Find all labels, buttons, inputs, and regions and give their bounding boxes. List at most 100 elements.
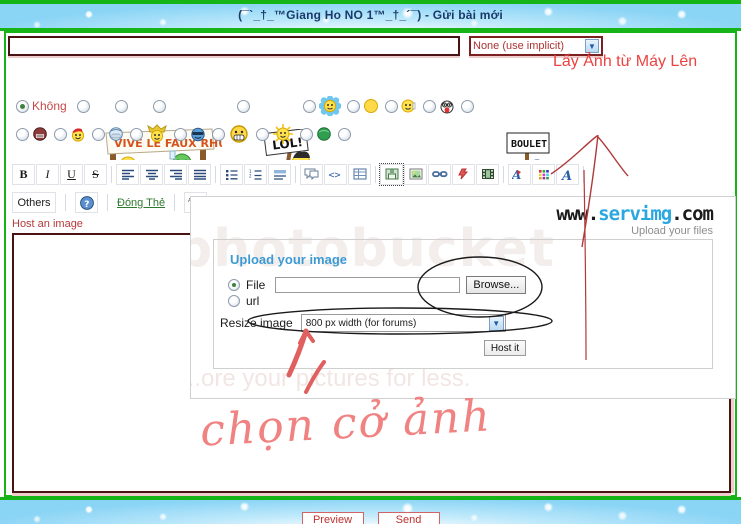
topic-icon-radio[interactable] xyxy=(114,99,128,113)
file-path-input[interactable] xyxy=(275,277,461,293)
topic-icon-radio[interactable] xyxy=(256,127,269,141)
align-right-button[interactable] xyxy=(164,163,187,185)
green-rule-top xyxy=(0,0,741,4)
url-source-row: url xyxy=(228,294,259,308)
topic-icon-radio[interactable] xyxy=(92,127,105,141)
smiley-thumbs-up-icon[interactable] xyxy=(401,98,417,114)
align-center-button[interactable] xyxy=(140,163,163,185)
photobucket-watermark-tagline: ...ore your pictures for less. xyxy=(190,365,471,392)
underline-button[interactable]: U xyxy=(60,163,83,185)
upload-panel: Upload your image File Browse... url Res… xyxy=(213,239,713,369)
smiley-dark-red-grin-icon[interactable] xyxy=(32,126,48,142)
page-title: (¯`_†_™Giang Ho NO 1™_†_´¯) - Gửi bài mớ… xyxy=(238,8,503,22)
topic-icon-radio[interactable] xyxy=(76,99,90,113)
resize-row: Resize image 800 px width (for forums) ▼ xyxy=(220,314,506,332)
servimg-logo: www.servimg.com Upload your files xyxy=(556,203,714,237)
smiley-santa-hat-icon[interactable] xyxy=(70,126,86,142)
smiley-icon[interactable] xyxy=(93,98,109,114)
font-color-button[interactable]: A xyxy=(508,163,531,185)
url-label: url xyxy=(246,294,260,308)
svg-text:<>: <> xyxy=(329,170,341,180)
topic-icon-radio[interactable] xyxy=(300,127,313,141)
strikethrough-button[interactable]: S xyxy=(84,163,107,185)
align-left-button[interactable] xyxy=(116,163,139,185)
servimg-logo-name: servimg xyxy=(598,203,672,225)
toolbar-separator xyxy=(295,165,296,183)
smiley-icon[interactable] xyxy=(169,98,231,114)
topic-icon-radio[interactable] xyxy=(16,127,29,141)
upload-annotation-label: Lấy Ảnh từ Máy Lên xyxy=(553,53,698,70)
insert-image-button[interactable] xyxy=(404,163,427,185)
smiley-big-grin-icon[interactable] xyxy=(228,124,250,144)
smiley-sun-icon[interactable] xyxy=(272,124,294,144)
toolbar-separator xyxy=(583,165,584,183)
application-window: (¯`_†_™Giang Ho NO 1™_†_´¯) - Gửi bài mớ… xyxy=(0,0,741,524)
topic-icon-radio[interactable] xyxy=(384,99,398,113)
close-tags-link[interactable]: Đóng Thẻ xyxy=(117,197,165,209)
flash-button[interactable] xyxy=(452,163,475,185)
toolbar-separator xyxy=(375,165,376,183)
table-button[interactable] xyxy=(348,163,371,185)
font-size-button[interactable]: A xyxy=(556,163,579,185)
chevron-down-icon[interactable]: ▼ xyxy=(585,39,599,53)
topic-icon-radio[interactable] xyxy=(460,99,474,113)
smiley-flower-icon[interactable] xyxy=(318,96,341,116)
form-action-buttons: Preview Send xyxy=(0,512,741,524)
resize-select[interactable]: 800 px width (for forums) ▼ xyxy=(300,314,506,332)
chevron-down-icon[interactable]: ▼ xyxy=(488,315,504,331)
video-button[interactable] xyxy=(476,163,499,185)
topic-icon-none-label: Không xyxy=(32,99,67,113)
topic-icon-radio[interactable] xyxy=(130,127,143,141)
smiley-blue-grin-icon[interactable] xyxy=(108,126,124,142)
smiley-sunglasses-icon[interactable] xyxy=(190,126,206,142)
topic-icon-radio[interactable] xyxy=(422,99,436,113)
topic-icon-radio[interactable] xyxy=(236,99,250,113)
bbcode-toolbar-row-1: B I U S 12 <> A A xyxy=(8,160,735,188)
topic-icon-radio-none[interactable] xyxy=(16,99,29,113)
smiley-green-ball-icon[interactable] xyxy=(316,126,332,142)
indent-button[interactable] xyxy=(268,163,291,185)
toolbar-separator xyxy=(65,194,66,211)
toolbar-separator xyxy=(503,165,504,183)
quote-button[interactable] xyxy=(300,163,323,185)
browse-button[interactable]: Browse... xyxy=(466,276,527,294)
smiley-icon[interactable] xyxy=(131,98,147,114)
smiley-icon[interactable] xyxy=(253,98,297,114)
toolbar-separator xyxy=(174,194,176,211)
link-button[interactable] xyxy=(428,163,451,185)
topic-icon-radio[interactable] xyxy=(338,127,351,141)
resize-image-label: Resize image xyxy=(220,316,293,330)
file-label: File xyxy=(246,278,266,292)
host-an-image-caption: Host an image xyxy=(12,218,83,230)
smiley-shocked-icon[interactable] xyxy=(439,98,455,114)
others-button[interactable]: Others xyxy=(12,192,56,213)
subject-input[interactable] xyxy=(8,36,460,56)
host-image-button[interactable] xyxy=(379,162,404,186)
file-radio[interactable] xyxy=(228,279,240,291)
smiley-jester-icon[interactable] xyxy=(146,124,168,144)
bold-button[interactable]: B xyxy=(12,163,35,185)
servimg-logo-tld: .com xyxy=(671,203,714,225)
numbered-list-button[interactable]: 12 xyxy=(244,163,267,185)
preview-button[interactable]: Preview xyxy=(301,512,364,524)
topic-icon-radio[interactable] xyxy=(346,99,360,113)
topic-icon-radio[interactable] xyxy=(212,127,225,141)
code-button[interactable]: <> xyxy=(324,163,347,185)
color-palette-button[interactable] xyxy=(532,163,555,185)
host-it-button[interactable]: Host it xyxy=(484,340,526,356)
help-button[interactable]: ? xyxy=(75,192,98,213)
justify-button[interactable] xyxy=(188,163,211,185)
send-button[interactable]: Send xyxy=(377,512,440,524)
topic-icon-radio[interactable] xyxy=(54,127,67,141)
italic-button[interactable]: I xyxy=(36,163,59,185)
bullet-list-button[interactable] xyxy=(220,163,243,185)
topic-icon-radio[interactable] xyxy=(152,99,166,113)
topic-icon-radio[interactable] xyxy=(302,99,316,113)
svg-text:A: A xyxy=(512,168,521,181)
url-radio[interactable] xyxy=(228,295,240,307)
smiley-yellow-ball-icon[interactable] xyxy=(363,98,379,114)
topic-icon-radio[interactable] xyxy=(174,127,187,141)
servimg-tagline: Upload your files xyxy=(631,224,713,237)
toolbar-separator xyxy=(111,165,112,183)
resize-select-value: 800 px width (for forums) xyxy=(305,317,417,329)
